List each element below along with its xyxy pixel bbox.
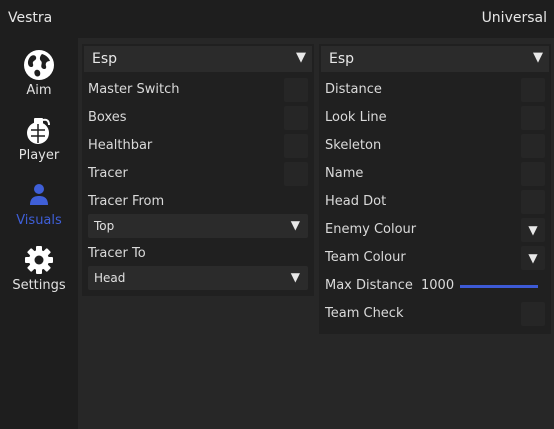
- grenade-icon: [27, 118, 50, 144]
- tracer-from-row: Tracer From: [82, 188, 314, 216]
- person-icon: [30, 184, 48, 205]
- tracer-to-dropdown[interactable]: Head ▼: [88, 266, 308, 290]
- content-area: Esp ▼ Master Switch Boxes Healthbar Trac…: [78, 38, 554, 429]
- look-line-checkbox[interactable]: [521, 106, 545, 130]
- tracer-from-dropdown[interactable]: Top ▼: [88, 214, 308, 238]
- max-distance-row: Max Distance 1000: [319, 272, 551, 300]
- boxes-checkbox[interactable]: [284, 106, 308, 130]
- distance-checkbox[interactable]: [521, 78, 545, 102]
- toggle-label: Boxes: [88, 110, 127, 125]
- toggle-label: Team Check: [325, 306, 404, 321]
- max-distance-slider[interactable]: [460, 285, 538, 288]
- toggle-row-master-switch: Master Switch: [82, 76, 314, 104]
- toggle-row-name: Name: [319, 160, 551, 188]
- toggle-label: Skeleton: [325, 138, 382, 153]
- collapse-arrow-icon[interactable]: ▼: [533, 50, 543, 65]
- name-checkbox[interactable]: [521, 162, 545, 186]
- chevron-down-icon: ▼: [290, 218, 300, 232]
- skeleton-checkbox[interactable]: [521, 134, 545, 158]
- max-distance-label: Max Distance: [325, 278, 413, 293]
- enemy-colour-picker-button[interactable]: ▼: [521, 218, 545, 242]
- toggle-label: Tracer: [88, 166, 128, 181]
- team-colour-label: Team Colour: [325, 250, 406, 265]
- slider-fill: [460, 285, 538, 288]
- team-colour-row: Team Colour ▼: [319, 244, 551, 272]
- game-title: Universal: [481, 10, 547, 26]
- tracer-from-label: Tracer From: [88, 194, 165, 209]
- head-dot-checkbox[interactable]: [521, 190, 545, 214]
- panel-title: Esp: [329, 51, 355, 67]
- master-switch-checkbox[interactable]: [284, 78, 308, 102]
- toggle-label: Master Switch: [88, 82, 180, 97]
- toggle-label: Look Line: [325, 110, 387, 125]
- max-distance-value: 1000: [421, 278, 455, 293]
- sidebar-item-aim[interactable]: Aim: [0, 48, 78, 108]
- sidebar-item-label: Visuals: [16, 213, 62, 228]
- title-bar: Vestra Universal: [0, 0, 554, 38]
- esp-panel-left: Esp ▼ Master Switch Boxes Healthbar Trac…: [82, 44, 314, 296]
- enemy-colour-label: Enemy Colour: [325, 222, 417, 237]
- dropdown-value: Top: [94, 219, 115, 233]
- toggle-label: Healthbar: [88, 138, 153, 153]
- sidebar-item-visuals[interactable]: Visuals: [0, 178, 78, 238]
- app-title: Vestra: [8, 10, 53, 26]
- healthbar-checkbox[interactable]: [284, 134, 308, 158]
- toggle-row-team-check: Team Check: [319, 300, 551, 328]
- sidebar-item-label: Player: [18, 148, 60, 163]
- tracer-checkbox[interactable]: [284, 162, 308, 186]
- gear-icon: [25, 246, 53, 274]
- sidebar: Aim Player Visuals Settings: [0, 38, 78, 429]
- globe-icon: [24, 50, 54, 80]
- sidebar-item-player[interactable]: Player: [0, 113, 78, 173]
- tracer-to-label: Tracer To: [88, 246, 146, 261]
- sidebar-item-label: Settings: [12, 278, 66, 293]
- esp-panel-right: Esp ▼ Distance Look Line Skeleton Name H…: [319, 44, 551, 334]
- toggle-row-tracer: Tracer: [82, 160, 314, 188]
- toggle-row-distance: Distance: [319, 76, 551, 104]
- collapse-arrow-icon[interactable]: ▼: [296, 50, 306, 65]
- panel-header[interactable]: Esp ▼: [84, 46, 312, 72]
- toggle-row-skeleton: Skeleton: [319, 132, 551, 160]
- tracer-to-row: Tracer To: [82, 240, 314, 268]
- dropdown-value: Head: [94, 271, 126, 285]
- toggle-row-healthbar: Healthbar: [82, 132, 314, 160]
- sidebar-item-settings[interactable]: Settings: [0, 243, 78, 303]
- panel-title: Esp: [92, 51, 118, 67]
- toggle-row-head-dot: Head Dot: [319, 188, 551, 216]
- team-colour-picker-button[interactable]: ▼: [521, 246, 545, 270]
- toggle-label: Head Dot: [325, 194, 387, 209]
- toggle-label: Distance: [325, 82, 382, 97]
- panel-header[interactable]: Esp ▼: [321, 46, 549, 72]
- sidebar-item-label: Aim: [26, 83, 52, 98]
- chevron-down-icon: ▼: [290, 270, 300, 284]
- enemy-colour-row: Enemy Colour ▼: [319, 216, 551, 244]
- toggle-row-boxes: Boxes: [82, 104, 314, 132]
- toggle-label: Name: [325, 166, 364, 181]
- toggle-row-look-line: Look Line: [319, 104, 551, 132]
- team-check-checkbox[interactable]: [521, 302, 545, 326]
